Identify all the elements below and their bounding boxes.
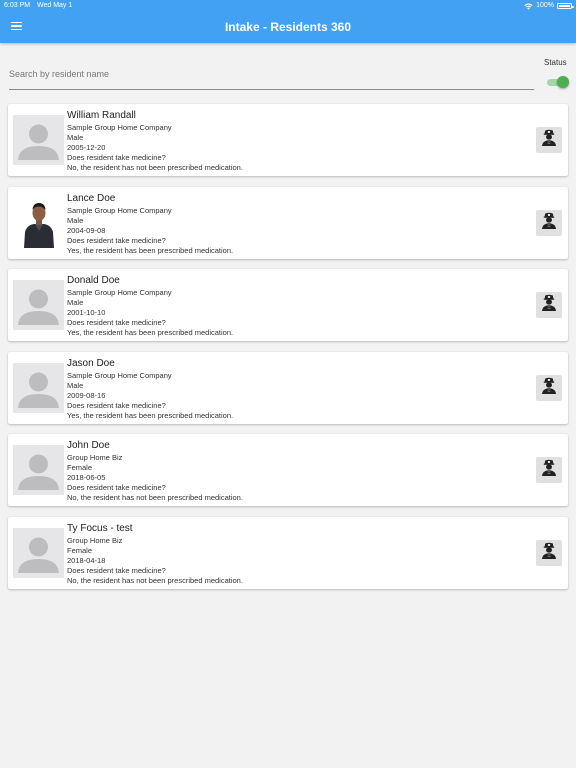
medicine-answer: Yes, the resident has been prescribed me… <box>67 245 234 255</box>
resident-name: Ty Focus - test <box>67 522 133 534</box>
intake-button[interactable] <box>536 539 562 566</box>
resident-info: John Doe Group Home Biz Female 2018-06-05 Do… <box>67 439 243 503</box>
resident-name: John Doe <box>67 440 110 451</box>
placeholder-avatar-icon <box>13 280 64 330</box>
resident-gender: Male <box>67 215 84 225</box>
medicine-answer: No, the resident has not been prescribed… <box>67 575 243 585</box>
resident-card[interactable]: Donald Doe Sample Group Home Company Male 2… <box>8 269 568 341</box>
medicine-question: Does resident take medicine? <box>67 565 166 575</box>
placeholder-avatar-icon <box>13 445 64 495</box>
resident-name: William Randall <box>67 110 136 121</box>
intake-button[interactable] <box>536 457 562 483</box>
battery-icon <box>557 3 574 9</box>
doctor-icon <box>541 377 557 399</box>
doctor-icon <box>541 542 557 564</box>
resident-company: Sample Group Home Company <box>67 123 172 132</box>
resident-gender: Male <box>67 380 84 390</box>
placeholder-avatar-icon <box>13 115 64 165</box>
resident-name: Lance Doe <box>67 192 116 204</box>
doctor-icon <box>541 212 557 234</box>
resident-company: Sample Group Home Company <box>67 205 172 215</box>
page-title: Intake - Residents 360 <box>224 20 352 34</box>
resident-gender: Male <box>67 133 84 142</box>
placeholder-avatar-icon <box>13 362 64 413</box>
doctor-icon <box>541 459 557 481</box>
status-bar: 6:03 PM Wed May 1 100% <box>0 0 576 12</box>
resident-dob: 2009-08-16 <box>67 390 106 400</box>
medicine-question: Does resident take medicine? <box>67 400 166 410</box>
resident-dob: 2001-10-10 <box>67 308 106 317</box>
doctor-icon <box>541 129 557 151</box>
resident-list: William Randall Sample Group Home Company… <box>8 104 568 599</box>
resident-company: Group Home Biz <box>67 453 123 462</box>
medicine-answer: No, the resident has not been prescribed… <box>67 493 243 502</box>
app-bar: 6:03 PM Wed May 1 100% Intake - Resident… <box>0 0 576 43</box>
resident-company: Sample Group Home Company <box>67 288 172 297</box>
resident-name: Donald Doe <box>67 275 120 286</box>
medicine-question: Does resident take medicine? <box>67 318 166 327</box>
medicine-question: Does resident take medicine? <box>67 235 166 245</box>
wifi-icon <box>524 2 533 10</box>
intake-button[interactable] <box>536 374 562 401</box>
status-date: Wed May 1 <box>37 2 73 9</box>
resident-card[interactable]: John Doe Group Home Biz Female 2018-06-05 Do… <box>8 434 568 506</box>
resident-info: William Randall Sample Group Home Company… <box>67 109 243 173</box>
resident-company: Group Home Biz <box>67 535 123 545</box>
intake-button[interactable] <box>536 292 562 318</box>
resident-info: Lance Doe Sample Group Home Company Male 20… <box>67 192 233 256</box>
resident-card[interactable]: Lance Doe Sample Group Home Company Male 20… <box>8 186 568 259</box>
resident-card[interactable]: Ty Focus - test Group Home Biz Female 2018-… <box>8 516 568 589</box>
status-indicators: 100% <box>524 0 574 12</box>
doctor-icon <box>541 294 557 316</box>
battery-percent: 100% <box>536 2 554 9</box>
resident-gender: Female <box>67 463 93 472</box>
status-time: 6:03 PM <box>4 2 31 9</box>
search-input[interactable] <box>9 60 534 88</box>
resident-card[interactable]: William Randall Sample Group Home Company… <box>8 104 568 176</box>
medicine-answer: Yes, the resident has been prescribed me… <box>67 410 234 420</box>
resident-dob: 2018-04-18 <box>67 555 106 565</box>
resident-name: Jason Doe <box>67 357 115 369</box>
resident-info: Donald Doe Sample Group Home Company Male 2… <box>67 274 233 338</box>
resident-company: Sample Group Home Company <box>67 370 172 380</box>
search-field[interactable] <box>9 60 534 90</box>
medicine-answer: No, the resident has not been prescribed… <box>67 163 243 172</box>
medicine-question: Does resident take medicine? <box>67 483 166 492</box>
medicine-question: Does resident take medicine? <box>67 153 166 162</box>
resident-info: Ty Focus - test Group Home Biz Female 2018-… <box>67 522 243 586</box>
resident-photo <box>22 197 56 248</box>
resident-dob: 2018-06-05 <box>67 473 106 482</box>
toggle-thumb <box>557 76 569 88</box>
resident-card[interactable]: Jason Doe Sample Group Home Company Male 20… <box>8 351 568 424</box>
resident-gender: Male <box>67 298 84 307</box>
intake-button[interactable] <box>536 127 562 153</box>
placeholder-avatar-icon <box>13 527 64 578</box>
medicine-answer: Yes, the resident has been prescribed me… <box>67 328 234 337</box>
resident-gender: Female <box>67 545 93 555</box>
resident-info: Jason Doe Sample Group Home Company Male 20… <box>67 357 233 421</box>
resident-dob: 2004-09-08 <box>67 225 106 235</box>
intake-button[interactable] <box>536 209 562 236</box>
status-toggle[interactable] <box>546 76 569 88</box>
resident-dob: 2005-12-20 <box>67 143 106 152</box>
status-filter-label: Status <box>544 58 567 67</box>
